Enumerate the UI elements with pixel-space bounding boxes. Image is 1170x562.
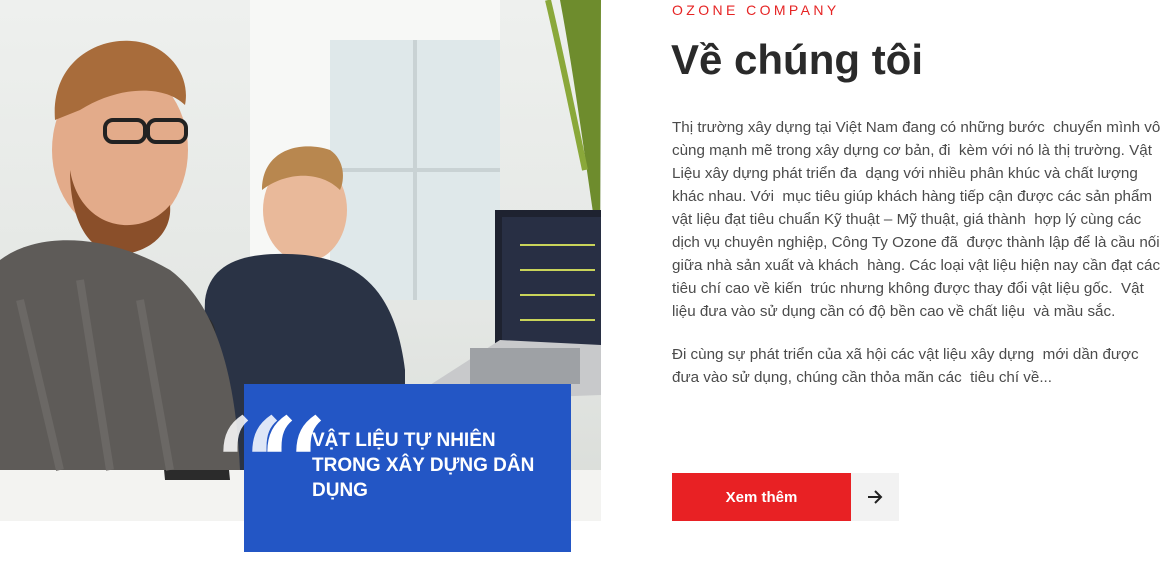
about-description: Thị trường xây dựng tại Việt Nam đang có… <box>672 116 1164 389</box>
about-paragraph: Thị trường xây dựng tại Việt Nam đang có… <box>672 119 1165 320</box>
read-more-arrow-button[interactable] <box>851 473 899 521</box>
section-eyebrow: OZONE COMPANY <box>672 2 840 18</box>
section-heading: Về chúng tôi <box>671 36 923 83</box>
about-paragraph: Đi cùng sự phát triển của xã hội các vật… <box>672 346 1143 386</box>
read-more-button[interactable]: Xem thêm <box>672 473 851 521</box>
arrow-right-icon <box>868 490 883 504</box>
quote-card-title[interactable]: VẬT LIỆU TỰ NHIÊN TRONG XÂY DỰNG DÂN DỤN… <box>312 428 562 503</box>
quote-mark-icon: “ <box>252 388 329 562</box>
